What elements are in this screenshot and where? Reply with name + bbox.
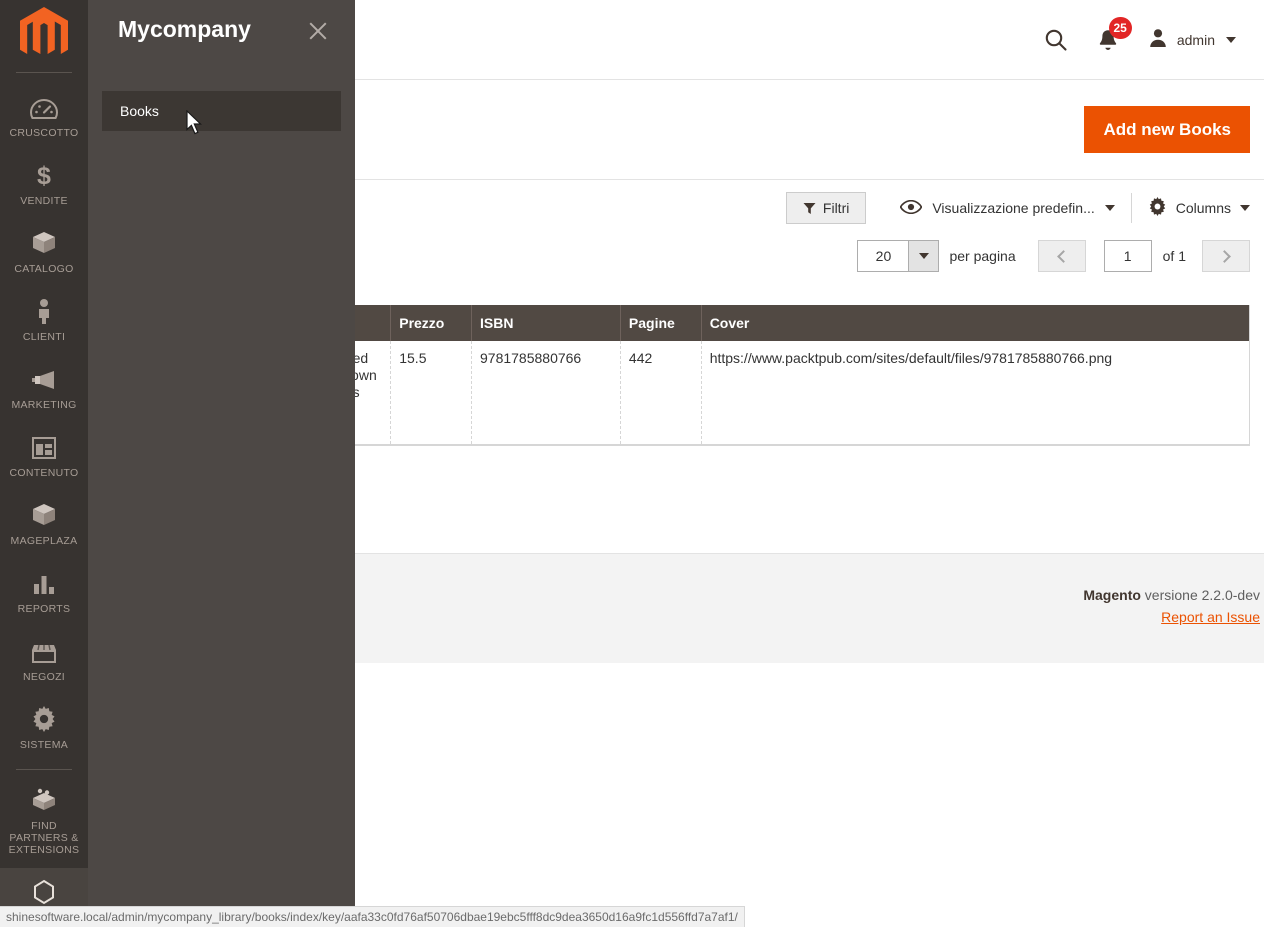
column-header-pagine[interactable]: Pagine	[620, 305, 702, 341]
sidebar-item-label: SISTEMA	[19, 739, 69, 751]
layout-icon	[31, 434, 57, 460]
sidebar-item-vendite[interactable]: $ VENDITE	[0, 151, 88, 219]
column-header-prezzo[interactable]: Prezzo	[390, 305, 472, 341]
sidebar-item-negozi[interactable]: NEGOZI	[0, 627, 88, 695]
per-page-selector[interactable]: 20	[857, 240, 940, 272]
flyout-title: Mycompany	[118, 16, 251, 42]
eye-icon	[900, 199, 923, 217]
sidebar-item-label: VENDITE	[20, 195, 68, 207]
grid-controls-row: Filtri Visualizzazione predefin... Colum…	[785, 192, 1250, 224]
box-icon	[30, 230, 58, 256]
total-pages-label: of 1	[1162, 248, 1186, 264]
report-an-issue-link[interactable]: Report an Issue	[1083, 609, 1260, 625]
chevron-left-icon	[1056, 249, 1070, 263]
chevron-down-icon	[1226, 37, 1236, 43]
mycompany-flyout-panel: Mycompany Books	[88, 0, 355, 906]
per-page-label: per pagina	[949, 248, 1016, 264]
cell-isbn: 9781785880766	[471, 341, 621, 445]
sidebar-item-clienti[interactable]: CLIENTI	[0, 287, 88, 355]
megaphone-icon	[30, 366, 58, 392]
box-icon	[30, 502, 58, 528]
person-icon	[34, 298, 54, 324]
sidebar-item-sistema[interactable]: SISTEMA	[0, 695, 88, 763]
gear-icon	[31, 706, 57, 732]
add-new-books-button[interactable]: Add new Books	[1084, 106, 1250, 153]
magento-brand: Magento	[1083, 587, 1141, 603]
magento-version-text: versione 2.2.0-dev	[1140, 587, 1260, 603]
sidebar-item-contenuto[interactable]: CONTENUTO	[0, 423, 88, 491]
sidebar-item-label: REPORTS	[17, 603, 71, 615]
sidebar-item-label: CLIENTI	[22, 331, 66, 343]
sidebar-item-label: CONTENUTO	[9, 467, 79, 479]
status-bar-url: shinesoftware.local/admin/mycompany_libr…	[6, 910, 738, 924]
column-header-cover[interactable]: Cover	[701, 305, 1249, 341]
hexagon-icon	[32, 879, 56, 905]
sidebar-item-label: MARKETING	[11, 399, 77, 411]
app-root: 25 admin Add new Books Filtri Visualizza…	[0, 0, 1264, 927]
cell-cover: https://www.packtpub.com/sites/default/f…	[709, 350, 1113, 366]
sidebar-item-label: CRUSCOTTO	[9, 127, 79, 139]
global-search-button[interactable]	[1029, 0, 1083, 80]
view-label: Visualizzazione predefin...	[932, 200, 1095, 216]
columns-control[interactable]: Columns	[1148, 197, 1250, 219]
dashboard-icon	[30, 94, 58, 120]
sidebar-item-reports[interactable]: REPORTS	[0, 559, 88, 627]
admin-sidebar: CRUSCOTTO $ VENDITE CATALOGO CLIENTI MAR…	[0, 0, 88, 927]
sidebar-divider	[16, 769, 72, 770]
chevron-down-icon	[918, 253, 929, 259]
sidebar-item-cruscotto[interactable]: CRUSCOTTO	[0, 83, 88, 151]
flyout-menu-list: Books	[102, 91, 341, 131]
user-avatar-icon	[1147, 27, 1169, 54]
previous-page-button[interactable]	[1037, 240, 1086, 272]
gear-icon	[1148, 197, 1167, 219]
browser-status-bar: shinesoftware.local/admin/mycompany_libr…	[0, 906, 745, 927]
sidebar-item-label: NEGOZI	[22, 671, 66, 683]
funnel-icon	[803, 202, 816, 214]
sidebar-item-mageplaza[interactable]: MAGEPLAZA	[0, 491, 88, 559]
pager: 1 of 1	[1037, 240, 1250, 272]
current-page-input[interactable]: 1	[1103, 240, 1152, 272]
dollar-icon: $	[34, 162, 54, 188]
chevron-down-icon	[1240, 205, 1250, 211]
search-icon	[1043, 27, 1069, 53]
cell-prezzo: 15.5	[390, 341, 472, 445]
sidebar-logo-divider	[16, 72, 72, 73]
sidebar-item-label: FIND PARTNERS & EXTENSIONS	[8, 820, 80, 856]
columns-label: Columns	[1175, 200, 1231, 216]
admin-user-name: admin	[1176, 32, 1215, 48]
chevron-right-icon	[1218, 249, 1231, 263]
per-page-value: 20	[875, 248, 892, 264]
notifications-button[interactable]: 25	[1083, 0, 1133, 80]
filters-label: Filtri	[822, 200, 850, 216]
storefront-icon	[30, 638, 58, 664]
chevron-down-icon	[1104, 205, 1115, 211]
next-page-button[interactable]	[1202, 240, 1250, 272]
footer-right: Magento versione 2.2.0-dev Report an Iss…	[1083, 587, 1260, 625]
header-actions: 25 admin	[1029, 0, 1250, 80]
filters-button[interactable]: Filtri	[785, 192, 867, 224]
admin-user-menu[interactable]: admin	[1133, 0, 1250, 80]
cell-pagine: 442	[620, 341, 702, 445]
column-header-isbn[interactable]: ISBN	[471, 305, 621, 341]
magento-logo[interactable]	[0, 0, 88, 72]
sidebar-item-label: MAGEPLAZA	[10, 535, 78, 547]
puzzle-brick-icon	[30, 787, 58, 813]
sidebar-item-label: CATALOGO	[14, 263, 74, 275]
notification-count-badge: 25	[1108, 17, 1132, 39]
sidebar-item-marketing[interactable]: MARKETING	[0, 355, 88, 423]
sidebar-item-catalogo[interactable]: CATALOGO	[0, 219, 88, 287]
bell-icon: 25	[1097, 17, 1132, 52]
pagination-row: 20 per pagina 1 of 1	[857, 240, 1250, 272]
sidebar-item-find-partners-extensions[interactable]: FIND PARTNERS & EXTENSIONS	[0, 776, 88, 868]
bar-chart-icon	[31, 570, 57, 596]
view-bookmarks-switcher[interactable]: Visualizzazione predefin...	[900, 199, 1115, 217]
per-page-dropdown-toggle[interactable]	[908, 241, 939, 271]
close-icon[interactable]	[305, 18, 331, 44]
magento-version: Magento versione 2.2.0-dev	[1083, 587, 1260, 603]
toolbar-divider	[1130, 193, 1132, 223]
flyout-item-books[interactable]: Books	[102, 91, 341, 131]
svg-text:$: $	[37, 162, 51, 188]
flyout-item-label: Books	[120, 103, 159, 119]
